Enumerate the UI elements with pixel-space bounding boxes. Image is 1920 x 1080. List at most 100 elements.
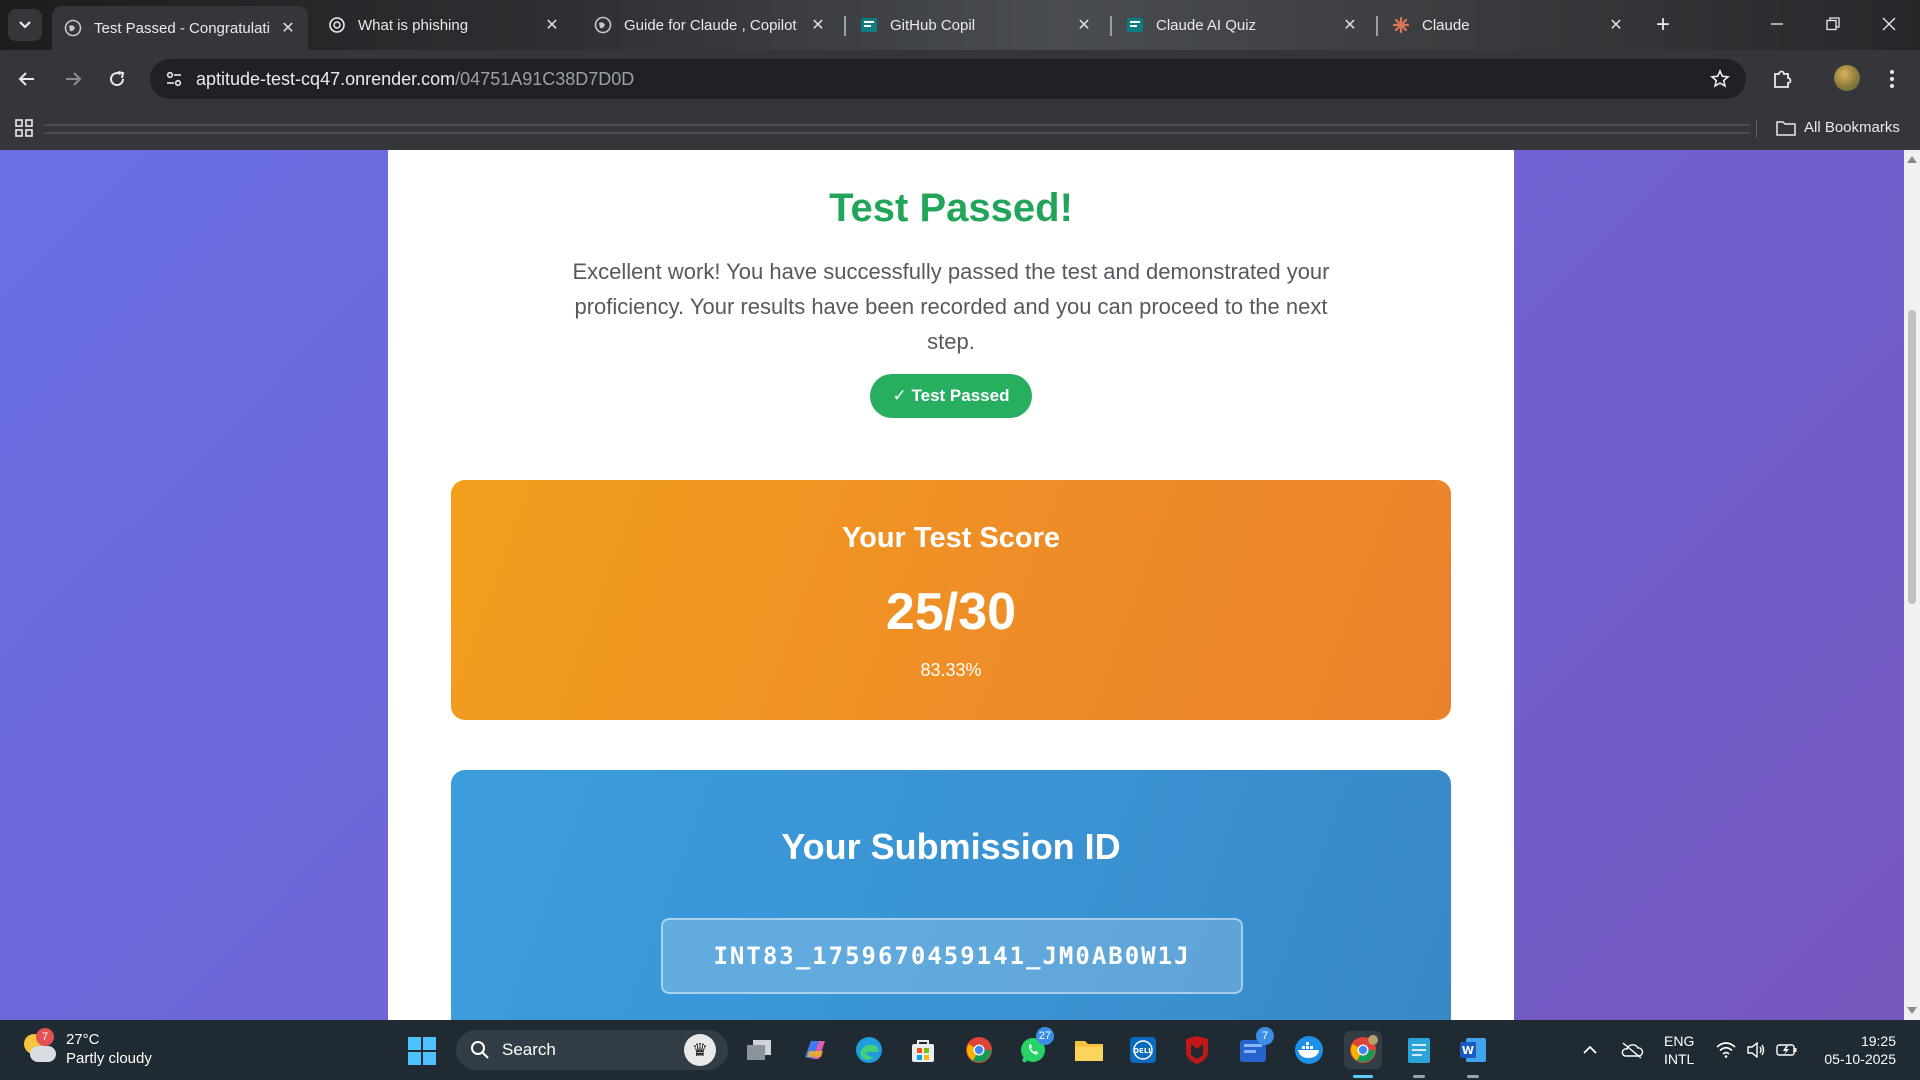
- taskbar-file-explorer[interactable]: [1070, 1031, 1108, 1069]
- taskbar-chrome[interactable]: [960, 1031, 998, 1069]
- taskbar-microsoft-store[interactable]: [904, 1031, 942, 1069]
- clock-date: 05-10-2025: [1824, 1051, 1896, 1067]
- clock-time: 19:25: [1860, 1033, 1896, 1049]
- restore-button[interactable]: [1810, 8, 1856, 40]
- folder-icon: [1075, 1041, 1103, 1061]
- language-code: ENG: [1664, 1033, 1695, 1049]
- taskbar-dell[interactable]: DELL: [1124, 1031, 1162, 1069]
- bookmarks-bar: All Bookmarks: [0, 108, 1920, 150]
- running-indicator: [1413, 1075, 1425, 1078]
- score-percentage: 83.33%: [920, 660, 982, 680]
- reload-icon: [110, 71, 125, 87]
- tab-title: Claude: [1422, 16, 1470, 34]
- task-view-icon: [747, 1040, 771, 1060]
- close-icon[interactable]: ✕: [1340, 15, 1360, 35]
- apps-grid-icon[interactable]: [14, 118, 34, 143]
- tab-search-button[interactable]: [8, 9, 42, 41]
- scroll-down-arrow-icon[interactable]: [1907, 1007, 1917, 1014]
- show-hidden-icons-button[interactable]: [1582, 1020, 1598, 1080]
- submission-id[interactable]: INT83_1759670459141_JM0AB0W1J: [661, 918, 1243, 994]
- all-bookmarks-button[interactable]: All Bookmarks: [1776, 119, 1900, 136]
- volume-tray[interactable]: [1746, 1020, 1766, 1080]
- browser-menu-button[interactable]: [1876, 63, 1908, 95]
- taskbar-whatsapp[interactable]: 27: [1014, 1027, 1054, 1069]
- tab-github-copilot[interactable]: GitHub Copil ✕: [848, 6, 1104, 44]
- weather-temp: 27°C: [66, 1031, 100, 1048]
- taskbar-edge[interactable]: [850, 1031, 888, 1069]
- tab-title: What is phishing: [358, 16, 469, 34]
- scroll-up-arrow-icon[interactable]: [1907, 156, 1917, 163]
- new-tab-button[interactable]: +: [1648, 10, 1678, 40]
- taskbar-mcafee[interactable]: [1178, 1031, 1216, 1069]
- reload-button[interactable]: [101, 63, 133, 95]
- cloud-offline-icon: [1621, 1042, 1644, 1059]
- tab-strip: Test Passed - Congratulatio ✕ What is ph…: [0, 0, 1920, 50]
- tab-claude[interactable]: Claude ✕: [1380, 6, 1636, 44]
- word-icon: W: [1460, 1038, 1486, 1062]
- bookmarks-placeholder: [44, 124, 1750, 134]
- all-bookmarks-label: All Bookmarks: [1804, 119, 1900, 136]
- taskbar-todo[interactable]: 7: [1234, 1027, 1274, 1069]
- taskbar-chrome-active[interactable]: [1344, 1031, 1382, 1078]
- mcafee-icon: [1186, 1036, 1208, 1064]
- tab-separator: [1110, 16, 1112, 36]
- address-bar[interactable]: aptitude-test-cq47.onrender.com/04751A91…: [150, 59, 1746, 99]
- tab-what-is-phishing[interactable]: What is phishing ✕: [316, 6, 572, 44]
- page-scrollbar[interactable]: [1904, 150, 1920, 1020]
- search-label: Search: [502, 1040, 556, 1059]
- partly-cloudy-icon: 7: [22, 1028, 56, 1066]
- taskbar-search[interactable]: Search ♛: [456, 1030, 728, 1070]
- close-icon[interactable]: ✕: [278, 18, 298, 38]
- tab-title: Guide for Claude , Copilot: [624, 16, 797, 34]
- taskbar-copilot[interactable]: [796, 1031, 834, 1069]
- back-button[interactable]: [11, 63, 43, 95]
- restore-icon: [1826, 17, 1840, 31]
- edge-icon: [856, 1037, 882, 1063]
- search-icon: [471, 1041, 489, 1059]
- arrow-right-icon: [66, 72, 82, 86]
- minimize-button[interactable]: [1754, 8, 1800, 40]
- claude-icon: [1392, 16, 1410, 34]
- close-icon[interactable]: ✕: [808, 15, 828, 35]
- close-icon: [1882, 17, 1896, 31]
- store-icon: [912, 1040, 934, 1062]
- url-text[interactable]: aptitude-test-cq47.onrender.com/04751A91…: [196, 69, 634, 90]
- arrow-left-icon: [18, 72, 34, 86]
- onedrive-tray[interactable]: [1620, 1020, 1644, 1080]
- speaker-icon: [1747, 1042, 1765, 1058]
- network-tray[interactable]: [1716, 1020, 1736, 1080]
- battery-tray[interactable]: [1776, 1020, 1798, 1080]
- language-indicator[interactable]: ENG INTL: [1664, 1032, 1694, 1068]
- status-badge: ✓ Test Passed: [870, 374, 1032, 418]
- profile-avatar[interactable]: [1834, 65, 1860, 91]
- bookmarks-divider: [1756, 120, 1757, 138]
- taskbar-docker[interactable]: [1290, 1031, 1328, 1069]
- score-value: 25/30: [885, 583, 1017, 641]
- forms-icon: [1126, 16, 1144, 34]
- close-icon[interactable]: ✕: [1074, 15, 1094, 35]
- tab-test-passed[interactable]: Test Passed - Congratulatio ✕: [52, 6, 308, 50]
- start-button[interactable]: [408, 1037, 436, 1065]
- forward-button[interactable]: [57, 63, 89, 95]
- bookmark-star-icon[interactable]: [1708, 67, 1732, 91]
- close-icon[interactable]: ✕: [542, 15, 562, 35]
- tab-claude-ai-quiz[interactable]: Claude AI Quiz ✕: [1114, 6, 1370, 44]
- close-window-button[interactable]: [1866, 8, 1912, 40]
- tab-guide-for-claude[interactable]: Guide for Claude , Copilot ✕: [582, 6, 838, 44]
- extensions-button[interactable]: [1766, 63, 1798, 95]
- close-icon[interactable]: ✕: [1606, 15, 1626, 35]
- folder-icon: [1776, 120, 1796, 136]
- page-viewport: Test Passed! Excellent work! You have su…: [0, 150, 1920, 1020]
- weather-widget[interactable]: 7 27°C Partly cloudy: [22, 1028, 152, 1068]
- forms-icon: [860, 16, 878, 34]
- weather-condition: Partly cloudy: [66, 1050, 152, 1067]
- scrollbar-thumb[interactable]: [1908, 310, 1916, 604]
- todo-badge: 7: [1256, 1027, 1274, 1045]
- taskbar-notepad[interactable]: [1400, 1031, 1438, 1078]
- taskbar-word[interactable]: W: [1454, 1031, 1492, 1078]
- submission-label: Your Submission ID: [781, 826, 1121, 867]
- system-clock[interactable]: 19:25 05-10-2025: [1816, 1032, 1896, 1068]
- site-info-icon[interactable]: [162, 67, 186, 91]
- taskbar-task-view[interactable]: [740, 1031, 778, 1069]
- browser-toolbar: aptitude-test-cq47.onrender.com/04751A91…: [0, 50, 1920, 108]
